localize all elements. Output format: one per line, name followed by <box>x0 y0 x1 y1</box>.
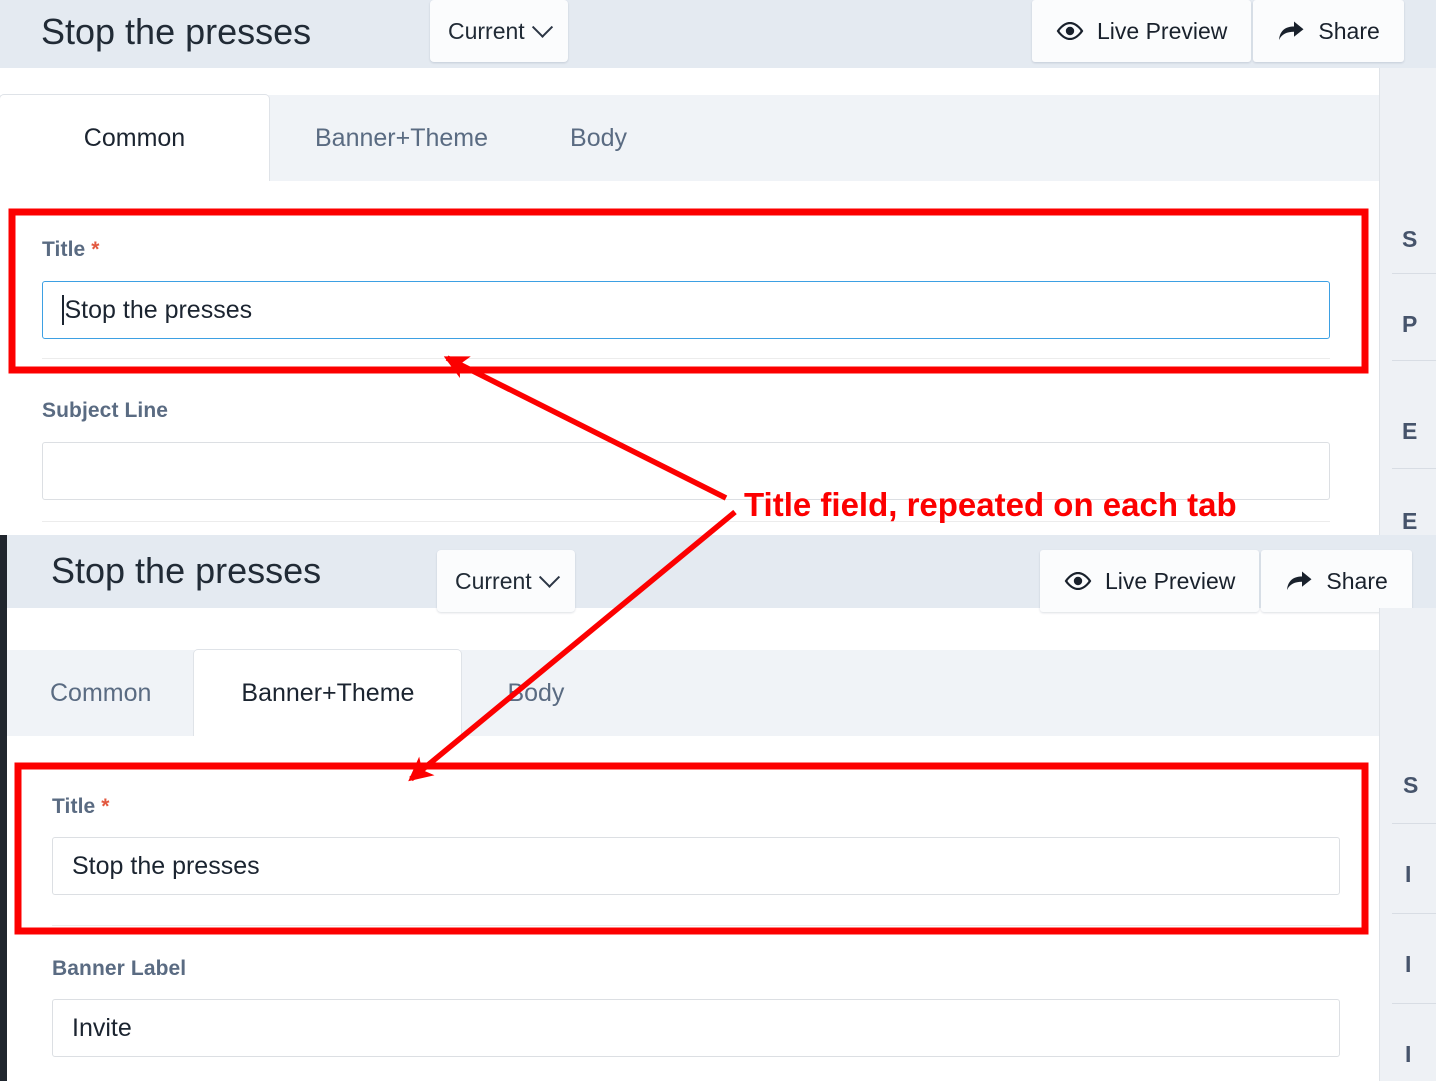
text-caret <box>62 295 64 325</box>
sidebar-divider <box>1392 273 1436 274</box>
title-label-text: Title <box>52 795 96 818</box>
sidebar-item-3[interactable]: I <box>1405 1041 1411 1068</box>
right-sidebar-top: S P E E <box>1379 68 1436 535</box>
share-button[interactable]: Share <box>1261 550 1412 612</box>
tab-body-label: Body <box>570 123 628 152</box>
share-arrow-icon <box>1287 571 1312 590</box>
tab-common-label: Common <box>83 123 186 152</box>
sidebar-divider <box>1392 360 1436 361</box>
divider <box>42 521 1330 522</box>
sidebar-divider <box>1392 1003 1436 1004</box>
tabstrip-bottom: Common Banner+Theme Body <box>7 650 1436 737</box>
sidebar-divider <box>1392 913 1436 914</box>
live-preview-label: Live Preview <box>1097 17 1228 44</box>
subject-line-input[interactable] <box>42 442 1330 500</box>
page-title: Stop the presses <box>51 550 322 591</box>
screenshot-panel-bottom: Stop the presses Current Live Preview Sh… <box>0 535 1436 1081</box>
title-field-label: Title * <box>52 795 110 819</box>
title-label-text: Title <box>42 238 86 261</box>
live-preview-button[interactable]: Live Preview <box>1032 0 1252 62</box>
sidebar-item-3[interactable]: E <box>1402 508 1417 535</box>
subject-line-label-text: Subject Line <box>42 399 169 422</box>
tab-body-label: Body <box>507 678 565 707</box>
right-sidebar-bottom: S I I I <box>1379 608 1436 1081</box>
tab-banner-theme[interactable]: Banner+Theme <box>194 650 462 736</box>
sidebar-item-0[interactable]: S <box>1402 226 1417 253</box>
divider <box>42 358 1330 359</box>
version-dropdown[interactable]: Current <box>437 550 575 612</box>
form-area-top: Title * Stop the presses Subject Line <box>0 181 1379 535</box>
share-label: Share <box>1318 17 1380 44</box>
sidebar-item-2[interactable]: I <box>1405 951 1411 978</box>
sidebar-divider <box>1392 823 1436 824</box>
version-dropdown[interactable]: Current <box>430 0 568 62</box>
chevron-down-icon <box>538 566 560 588</box>
tab-common[interactable]: Common <box>7 650 194 736</box>
page-title: Stop the presses <box>41 11 312 52</box>
screenshot-panel-top: Stop the presses Current Live Preview Sh… <box>0 0 1436 535</box>
tab-common-label: Common <box>50 678 152 707</box>
tabstrip-top: Common Banner+Theme Body <box>0 95 1436 182</box>
sidebar-divider <box>1392 468 1436 469</box>
tab-body[interactable]: Body <box>534 95 663 181</box>
required-asterisk: * <box>101 795 110 818</box>
panel-header-bottom: Stop the presses Current Live Preview Sh… <box>7 535 1436 612</box>
eye-icon <box>1064 572 1092 590</box>
title-input[interactable]: Stop the presses <box>52 837 1340 895</box>
title-input[interactable]: Stop the presses <box>42 281 1330 339</box>
tab-banner-theme-label: Banner+Theme <box>241 678 415 707</box>
panel-header-top: Stop the presses Current Live Preview Sh… <box>0 0 1436 68</box>
divider <box>52 925 1340 926</box>
banner-label-input-value: Invite <box>72 1013 132 1042</box>
header-actions-bottom: Live Preview Share <box>1040 550 1412 612</box>
title-input-value: Stop the presses <box>72 851 260 880</box>
share-label: Share <box>1326 567 1388 594</box>
banner-label-field-label: Banner Label <box>52 957 186 981</box>
sidebar-item-0[interactable]: S <box>1403 772 1418 799</box>
tab-common[interactable]: Common <box>0 95 269 181</box>
share-button[interactable]: Share <box>1253 0 1404 62</box>
form-area-bottom: Title * Stop the presses Banner Label In… <box>7 736 1379 1081</box>
live-preview-button[interactable]: Live Preview <box>1040 550 1260 612</box>
title-input-value: Stop the presses <box>64 295 253 324</box>
version-dropdown-label: Current <box>448 17 525 44</box>
sidebar-item-2[interactable]: E <box>1402 418 1417 445</box>
live-preview-label: Live Preview <box>1105 567 1236 594</box>
app-left-rail <box>0 535 7 1081</box>
sidebar-item-1[interactable]: P <box>1402 311 1417 338</box>
required-asterisk: * <box>91 238 100 261</box>
banner-label-label-text: Banner Label <box>52 957 187 980</box>
tab-banner-theme[interactable]: Banner+Theme <box>269 95 534 181</box>
subject-line-field-label: Subject Line <box>42 399 168 423</box>
header-actions-top: Live Preview Share <box>1032 0 1404 62</box>
chevron-down-icon <box>531 16 553 38</box>
tab-body[interactable]: Body <box>461 650 610 736</box>
version-dropdown-label: Current <box>455 567 532 594</box>
tab-banner-theme-label: Banner+Theme <box>315 123 489 152</box>
sidebar-item-1[interactable]: I <box>1405 861 1411 888</box>
title-field-label: Title * <box>42 238 100 262</box>
share-arrow-icon <box>1279 21 1304 40</box>
banner-label-input[interactable]: Invite <box>52 999 1340 1057</box>
eye-icon <box>1056 22 1084 40</box>
